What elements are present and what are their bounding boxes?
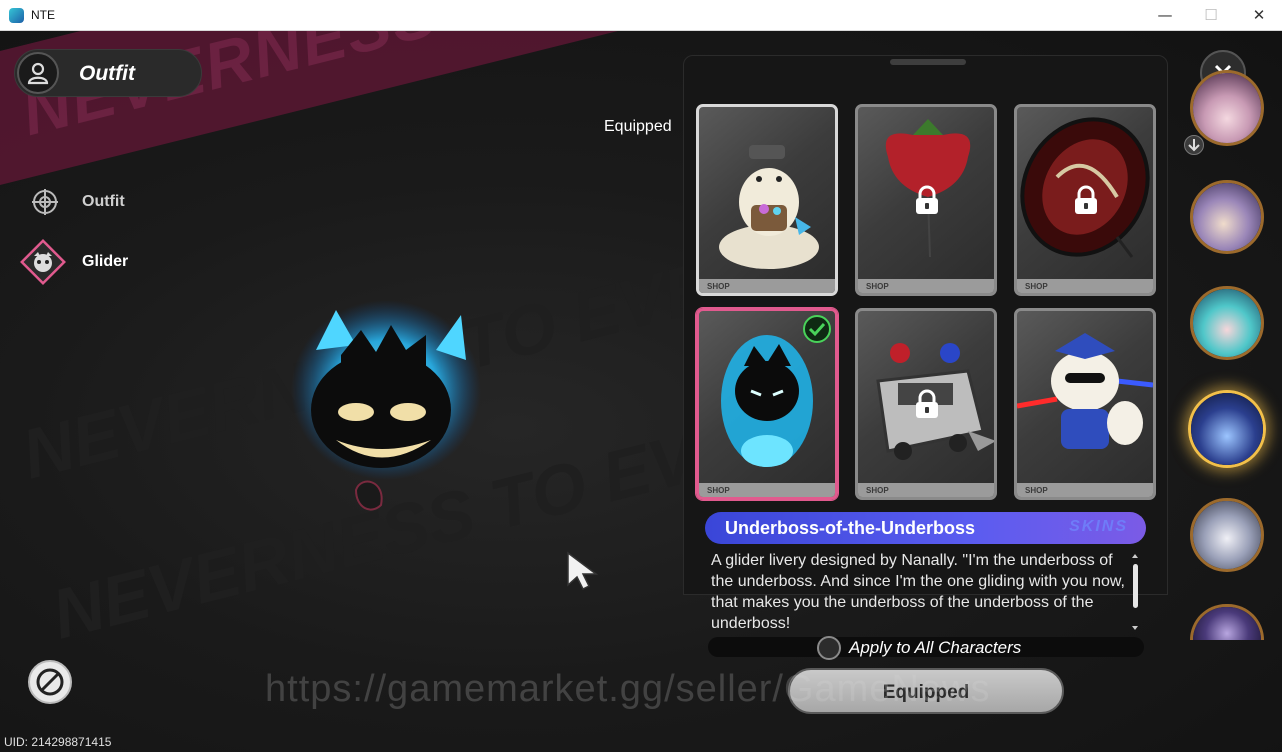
panel-drag-handle[interactable] <box>890 59 966 65</box>
item-name-bar: Underboss-of-the-Underboss SKINS <box>705 512 1146 544</box>
scrollbar-thumb[interactable] <box>1133 564 1138 608</box>
equipped-glider-preview <box>291 300 481 511</box>
minimize-button[interactable]: — <box>1142 0 1188 30</box>
lock-icon <box>916 185 938 214</box>
nav-item-outfit[interactable]: Outfit <box>14 177 214 227</box>
police-hamster-glider-art <box>1017 333 1153 449</box>
maximize-button[interactable]: ☐ <box>1188 0 1234 30</box>
character-portrait-active[interactable] <box>1188 390 1266 468</box>
category-tag: SKINS <box>1069 518 1128 535</box>
card-brand: SHOP <box>707 282 730 291</box>
nav-item-label: Outfit <box>82 193 125 210</box>
character-portrait[interactable] <box>1190 70 1264 146</box>
nav-item-glider[interactable]: Glider <box>14 237 214 287</box>
glider-mask-icon <box>20 239 66 285</box>
lock-icon <box>1075 185 1097 214</box>
character-portrait[interactable] <box>1190 604 1264 640</box>
app-logo-icon <box>9 8 24 23</box>
character-portrait[interactable] <box>1190 498 1264 572</box>
nav-item-label: Glider <box>82 253 129 270</box>
card-brand: SHOP <box>1025 486 1048 495</box>
watermark-text: https://gamemarket.gg/seller/GameNews <box>265 668 991 710</box>
card-brand: SHOP <box>707 486 730 495</box>
white-dragon-glider-art <box>719 145 819 269</box>
apply-all-radio[interactable] <box>817 636 841 660</box>
item-description: A glider livery designed by Nanally. "I'… <box>711 552 1125 632</box>
user-id: UID: 214298871415 <box>4 735 112 749</box>
window-titlebar: NTE — ☐ ✕ <box>0 0 1282 31</box>
character-portrait[interactable] <box>1190 286 1264 360</box>
glider-card[interactable]: SHOP <box>696 104 838 296</box>
card-brand: SHOP <box>1025 282 1048 291</box>
window-close-button[interactable]: ✕ <box>1236 0 1282 30</box>
equipped-check-icon <box>803 315 831 343</box>
mouse-cursor-icon <box>567 551 599 591</box>
window-title: NTE <box>31 8 55 22</box>
hide-ui-button[interactable] <box>28 660 72 704</box>
download-icon <box>1184 135 1204 155</box>
crosshair-icon <box>32 189 58 215</box>
glider-card[interactable]: SHOP <box>855 308 997 500</box>
page-title: Outfit <box>79 62 135 85</box>
equipped-label: Equipped <box>604 118 672 135</box>
card-brand: SHOP <box>866 282 889 291</box>
glider-card[interactable]: SHOP <box>1014 104 1156 296</box>
lock-icon <box>916 389 938 418</box>
apply-all-label: Apply to All Characters <box>849 638 1022 657</box>
glider-card[interactable]: SHOP <box>855 104 997 296</box>
glider-card-selected[interactable]: SHOP <box>696 308 838 500</box>
person-icon <box>17 52 59 94</box>
character-portrait[interactable] <box>1190 180 1264 254</box>
item-name: Underboss-of-the-Underboss <box>725 518 976 538</box>
card-brand: SHOP <box>866 486 889 495</box>
page-header: Outfit <box>14 49 202 97</box>
prohibited-icon <box>36 668 64 696</box>
glider-card[interactable]: SHOP <box>1014 308 1156 500</box>
